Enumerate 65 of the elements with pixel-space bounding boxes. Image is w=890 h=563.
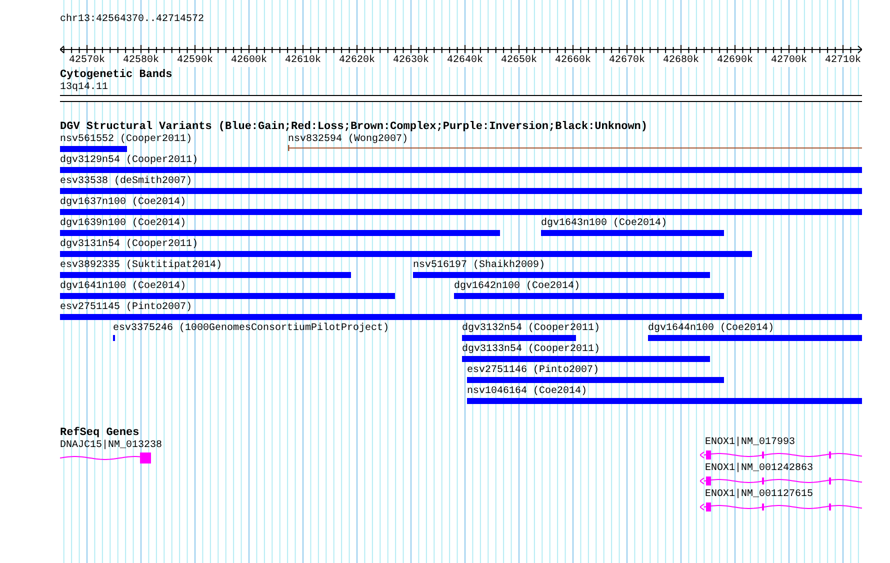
variant-bar[interactable]	[462, 335, 576, 341]
ruler-label: 42580k	[123, 55, 159, 67]
variant-bar[interactable]	[454, 293, 724, 299]
variant-bar[interactable]	[60, 188, 862, 194]
gene-model-drawing[interactable]	[700, 475, 862, 487]
ruler-label: 42590k	[177, 55, 213, 67]
ruler-label: 42600k	[231, 55, 267, 67]
locator-text: chr13:42564370..42714572	[60, 14, 206, 26]
variant-bar[interactable]	[541, 230, 724, 236]
variant-label: dgv3133n54 (Cooper2011)	[462, 344, 600, 356]
track-title: RefSeq Genes	[60, 427, 140, 440]
variant-line[interactable]	[288, 145, 862, 151]
track-title: DGV Structural Variants (Blue:Gain;Red:Loss;Brown:Complex;Purple:Inversion;Black:Unknown)	[60, 121, 648, 134]
variant-label: esv3892335 (Suktitipat2014)	[60, 260, 222, 272]
variant-label: esv3375246 (1000GenomesConsortiumPilotProject)	[113, 323, 390, 335]
variant-label: dgv3129n54 (Cooper2011)	[60, 155, 198, 167]
variant-label: dgv1639n100 (Coe2014)	[60, 218, 186, 230]
ruler-label: 42690k	[717, 55, 753, 67]
variant-bar[interactable]	[462, 356, 710, 362]
variant-label: dgv1642n100 (Coe2014)	[454, 281, 580, 293]
variant-label: dgv1641n100 (Coe2014)	[60, 281, 186, 293]
variant-label: esv2751145 (Pinto2007)	[60, 302, 192, 314]
variant-label: nsv832594 (Wong2007)	[288, 134, 408, 146]
variant-label: nsv1046164 (Coe2014)	[467, 386, 588, 398]
variant-bar[interactable]	[60, 293, 395, 299]
ruler-label: 42630k	[393, 55, 429, 67]
gene-model-drawing[interactable]	[700, 501, 862, 513]
ruler-label: 42640k	[447, 55, 483, 67]
ruler-label: 42710k	[825, 55, 861, 67]
variant-label: esv2751146 (Pinto2007)	[467, 365, 600, 377]
variant-bar[interactable]	[60, 146, 127, 152]
variant-bar[interactable]	[60, 251, 752, 257]
variant-bar[interactable]	[60, 167, 862, 173]
variant-bar[interactable]	[60, 272, 351, 278]
gene-label: ENOX1|NM_017993	[705, 437, 796, 449]
ruler-label: 42650k	[501, 55, 537, 67]
variant-label: dgv3132n54 (Cooper2011)	[462, 323, 600, 335]
variant-bar[interactable]	[60, 209, 862, 215]
ruler-label: 42570k	[69, 55, 105, 67]
variant-label: dgv1637n100 (Coe2014)	[60, 197, 186, 209]
ruler-label: 42660k	[555, 55, 591, 67]
ruler-label: 42610k	[285, 55, 321, 67]
variant-bar[interactable]	[648, 335, 862, 341]
variant-bar[interactable]	[413, 272, 710, 278]
variant-label: dgv1643n100 (Coe2014)	[541, 218, 668, 230]
ruler-label: 42670k	[609, 55, 645, 67]
variant-label: nsv561552 (Cooper2011)	[60, 134, 192, 146]
variant-bar[interactable]	[467, 377, 724, 383]
ruler-label: 42620k	[339, 55, 375, 67]
gene-label: DNAJC15|NM_013238	[60, 440, 162, 452]
variant-bar[interactable]	[60, 314, 862, 320]
gene-label: ENOX1|NM_001127615	[705, 489, 814, 501]
variant-bar[interactable]	[60, 230, 500, 236]
variant-label: nsv516197 (Shaikh2009)	[413, 260, 546, 272]
gene-label: ENOX1|NM_001242863	[705, 463, 814, 475]
ruler-label: 42700k	[771, 55, 807, 67]
variant-label: dgv1644n100 (Coe2014)	[648, 323, 774, 335]
ruler-label: 42680k	[663, 55, 699, 67]
variant-bar[interactable]	[467, 398, 862, 404]
gene-model-drawing[interactable]	[60, 452, 151, 464]
track-title: Cytogenetic Bands	[60, 69, 172, 82]
band-label: 13q14.11	[60, 82, 110, 94]
variant-label: esv33538 (deSmith2007)	[60, 176, 192, 188]
gene-model-drawing[interactable]	[700, 449, 862, 461]
variant-label: dgv3131n54 (Cooper2011)	[60, 239, 198, 251]
